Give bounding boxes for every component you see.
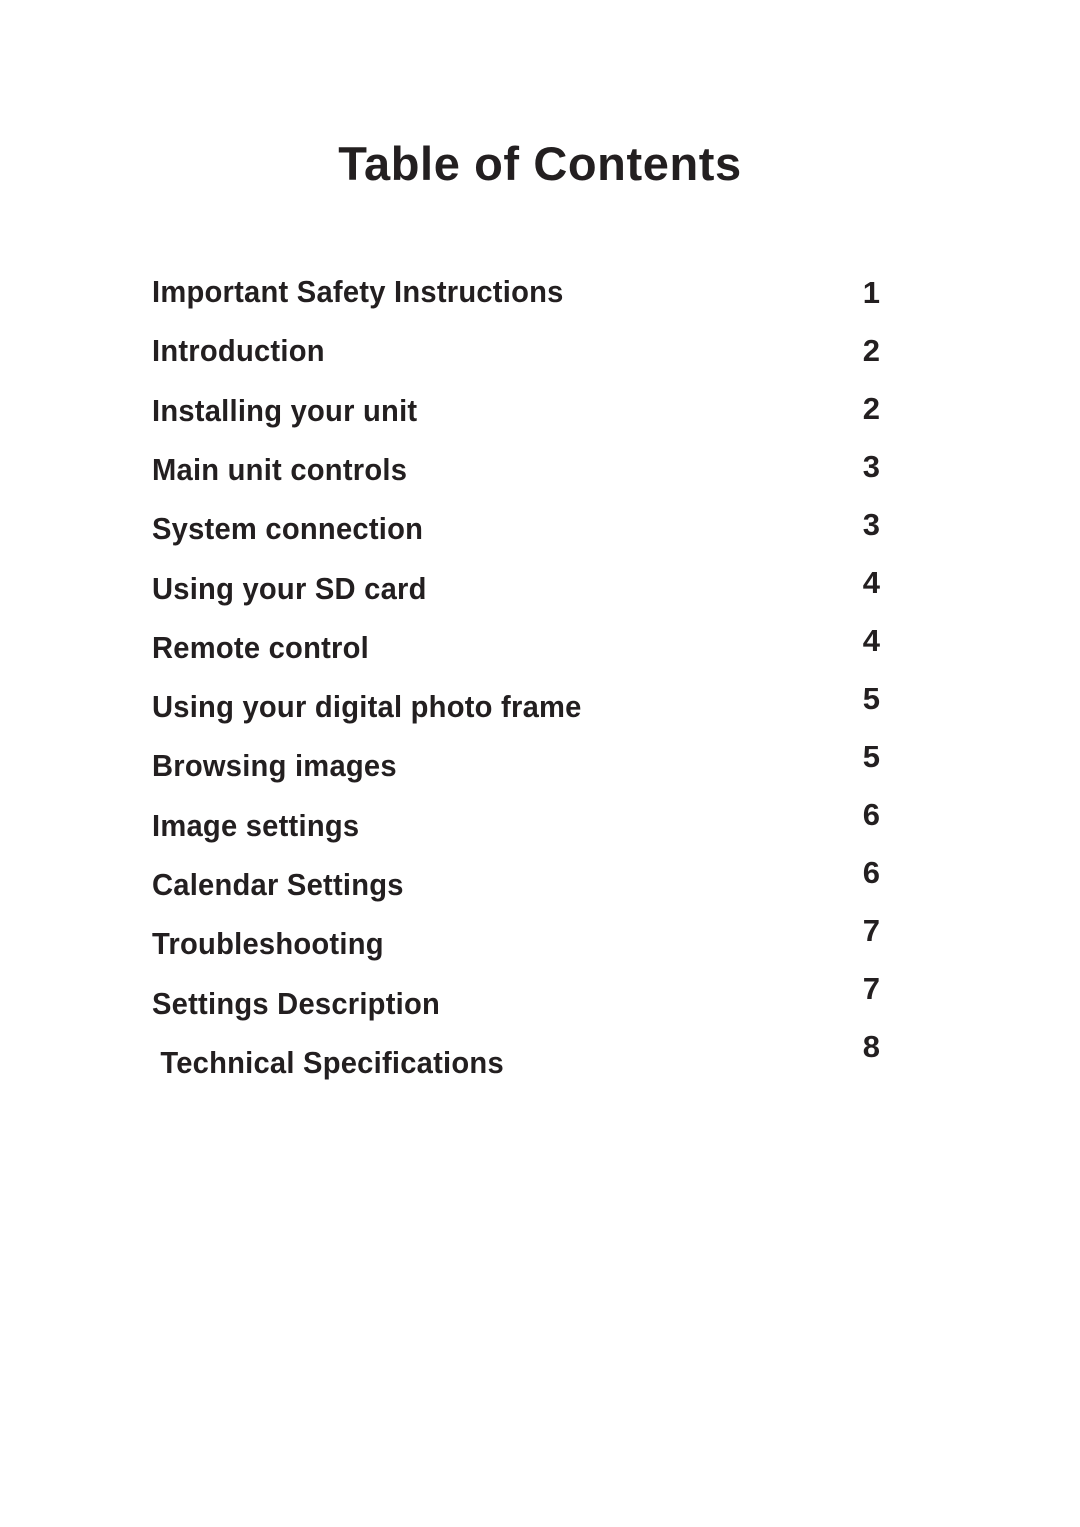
toc-entry-label: Image settings <box>152 807 360 843</box>
toc-entry-page-number: 5 <box>862 739 880 774</box>
toc-entry-page-number: 6 <box>862 855 880 890</box>
toc-entry-label: Technical Specifications <box>152 1044 504 1080</box>
toc-entry-label: System connection <box>152 511 424 547</box>
toc-entry-page-number: 7 <box>862 971 880 1006</box>
toc-entry-page-number: 2 <box>862 333 880 368</box>
toc-entry-label: Calendar Settings <box>152 867 404 902</box>
toc-entry-label: Important Safety Instructions <box>152 274 564 309</box>
toc-entry-page-number: 8 <box>862 1029 880 1064</box>
toc-entry-label: Troubleshooting <box>152 926 384 962</box>
toc-entry-label: Settings Description <box>152 985 441 1021</box>
toc-entry-page-number: 4 <box>862 623 880 658</box>
toc-entry-label: Main unit controls <box>152 451 408 487</box>
toc-entry-label: Installing your unit <box>152 392 418 428</box>
toc-entry-page-number: 1 <box>862 275 880 310</box>
toc-entry-label: Using your SD card <box>152 570 427 606</box>
toc-entry-label: Using your digital photo frame <box>152 689 582 725</box>
toc-entry-page-number: 4 <box>862 565 880 600</box>
toc-entry-page-number: 3 <box>862 507 880 542</box>
toc-entry-page-number: 6 <box>862 797 880 832</box>
toc-entry-label: Browsing images <box>152 748 397 784</box>
toc-entry-label: Remote control <box>152 629 370 665</box>
toc-entry-page-number: 3 <box>862 449 880 484</box>
toc-entry-page-number: 7 <box>862 913 880 948</box>
toc-entry-label: Introduction <box>152 333 325 369</box>
table-of-contents: Important Safety Instructions 1 Introducti… <box>0 0 1080 1527</box>
toc-entry-page-number: 2 <box>862 391 880 426</box>
toc-entry-page-number: 5 <box>862 681 880 716</box>
document-page: Table of Contents Important Safety Instr… <box>0 0 1080 1527</box>
